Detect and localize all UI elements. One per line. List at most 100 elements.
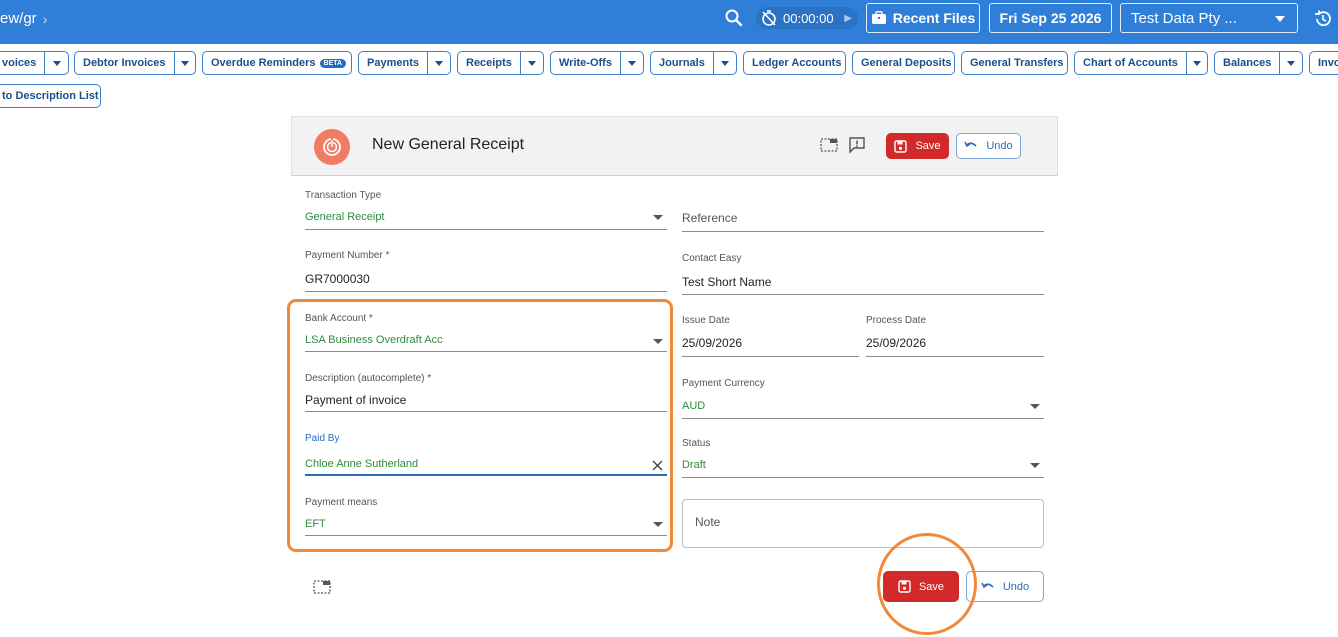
beta-badge: BETA [319, 58, 347, 68]
receipt-logo-icon [314, 129, 350, 165]
nav-item-label: to Description List [2, 90, 99, 102]
save-label: Save [918, 580, 945, 593]
contact-field[interactable]: Contact Easy Test Short Name [682, 253, 1044, 295]
company-label: Test Data Pty ... [1131, 9, 1237, 27]
nav-item-label: General Deposits [861, 57, 952, 69]
payment-currency-select[interactable]: Payment Currency AUD [682, 378, 1044, 419]
date-label: Fri Sep 25 2026 [999, 10, 1102, 26]
field-underline [682, 477, 1044, 478]
play-icon[interactable]: ▶ [844, 13, 852, 24]
field-value: Test Short Name [682, 275, 772, 289]
nav-item-general-transfers[interactable]: General Transfers [961, 51, 1068, 75]
chevron-down-icon[interactable] [1185, 52, 1207, 74]
field-underline [305, 291, 667, 292]
undo-button[interactable]: Undo [956, 133, 1021, 159]
footer-undo-button[interactable]: Undo [966, 571, 1044, 602]
save-icon [894, 139, 908, 153]
nav-item-write-offs[interactable]: Write-Offs [550, 51, 644, 75]
nav-item-label: Payments [367, 57, 419, 69]
timer-off-icon [760, 9, 778, 27]
nav-item-payments[interactable]: Payments [358, 51, 451, 75]
nav-item-receipts[interactable]: Receipts [457, 51, 544, 75]
field-underline [682, 418, 1044, 419]
field-underline [305, 229, 667, 230]
feedback-icon[interactable] [848, 136, 866, 159]
breadcrumb-text[interactable]: ew/gr [0, 10, 37, 27]
chevron-down-icon [1030, 404, 1040, 409]
payment-number-field[interactable]: Payment Number * GR7000030 [305, 250, 667, 292]
status-select[interactable]: Status Draft [682, 438, 1044, 478]
history-icon[interactable] [1312, 8, 1334, 30]
nav-item-label: Balances [1223, 57, 1272, 69]
field-label: Payment Number * [305, 250, 390, 261]
chevron-down-icon [1275, 16, 1285, 22]
highlight-box [287, 299, 673, 552]
undo-label: Undo [1002, 580, 1030, 593]
nav-item-balances[interactable]: Balances [1214, 51, 1303, 75]
save-button[interactable]: Save [886, 133, 949, 159]
nav-item-label: voices [2, 57, 37, 69]
field-label: Issue Date [682, 315, 730, 326]
field-underline [682, 294, 1044, 295]
issue-date-field[interactable]: Issue Date 25/09/2026 [682, 315, 859, 357]
reference-placeholder: Reference [682, 211, 738, 225]
nav-item-journals[interactable]: Journals [650, 51, 737, 75]
timer-widget[interactable]: 00:00:00 ▶ [756, 7, 858, 29]
chevron-down-icon[interactable] [619, 52, 643, 74]
transaction-type-select[interactable]: Transaction Type General Receipt [305, 190, 667, 230]
field-underline [866, 356, 1044, 357]
field-value: GR7000030 [305, 272, 370, 286]
process-date-field[interactable]: Process Date 25/09/2026 [866, 315, 1044, 357]
field-label: Payment Currency [682, 378, 765, 389]
nav-item-label: Write-Offs [559, 57, 612, 69]
recent-files-button[interactable]: Recent Files [866, 3, 980, 33]
chevron-down-icon[interactable] [712, 52, 736, 74]
search-icon[interactable] [724, 8, 744, 28]
nav-item-invoices-2[interactable]: Invo [1309, 51, 1338, 75]
field-value: 25/09/2026 [682, 336, 743, 350]
chevron-down-icon[interactable] [1279, 52, 1302, 74]
card-header: New General Receipt Save Undo [291, 116, 1058, 176]
timer-value: 00:00:00 [783, 10, 834, 26]
chevron-down-icon[interactable] [44, 52, 68, 74]
nav-item-label: Invo [1318, 57, 1338, 69]
chevron-down-icon[interactable] [519, 52, 543, 74]
chevron-down-icon [653, 215, 663, 220]
date-button[interactable]: Fri Sep 25 2026 [989, 3, 1112, 33]
company-select[interactable]: Test Data Pty ... [1120, 3, 1298, 33]
chevron-down-icon[interactable] [426, 52, 450, 74]
chevron-down-icon[interactable] [173, 52, 195, 74]
nav-item-invoices[interactable]: voices [0, 51, 69, 75]
nav-item-debtor-invoices[interactable]: Debtor Invoices [74, 51, 196, 75]
field-value: Draft [682, 459, 706, 471]
layout-icon[interactable] [820, 137, 838, 158]
undo-label: Undo [986, 140, 1013, 152]
top-bar: ew/gr › 00:00:00 ▶ Recent Files Fri Sep … [0, 0, 1338, 44]
field-value: AUD [682, 400, 706, 412]
nav-item-general-deposits[interactable]: General Deposits [852, 51, 955, 75]
breadcrumb: ew/gr › [0, 10, 47, 27]
nav-item-ledger-accounts[interactable]: Ledger Accounts [743, 51, 846, 75]
nav-item-label: Overdue Reminders [211, 57, 316, 69]
note-placeholder: Note [695, 515, 721, 529]
field-value: 25/09/2026 [866, 336, 927, 350]
chevron-down-icon [1030, 463, 1040, 468]
note-field[interactable]: Note [682, 499, 1044, 548]
recent-files-label: Recent Files [892, 10, 976, 26]
nav-item-label: General Transfers [970, 57, 1064, 69]
briefcase-icon [871, 11, 887, 25]
undo-icon [981, 582, 995, 592]
nav-item-chart-of-accounts[interactable]: Chart of Accounts [1074, 51, 1208, 75]
layout-icon[interactable] [313, 579, 331, 600]
field-underline [682, 231, 1044, 232]
footer-save-button[interactable]: Save [883, 571, 959, 602]
reference-field[interactable]: Reference [682, 200, 1044, 232]
nav-item-label: Receipts [466, 57, 512, 69]
nav-item-overdue-reminders[interactable]: Overdue Reminders BETA [202, 51, 352, 75]
field-label: Transaction Type [305, 190, 382, 201]
nav-item-label: Ledger Accounts [752, 57, 842, 69]
nav-item-description-list[interactable]: to Description List [0, 84, 101, 108]
field-label: Contact Easy [682, 253, 742, 264]
save-label: Save [915, 140, 941, 152]
page-title: New General Receipt [372, 136, 525, 153]
